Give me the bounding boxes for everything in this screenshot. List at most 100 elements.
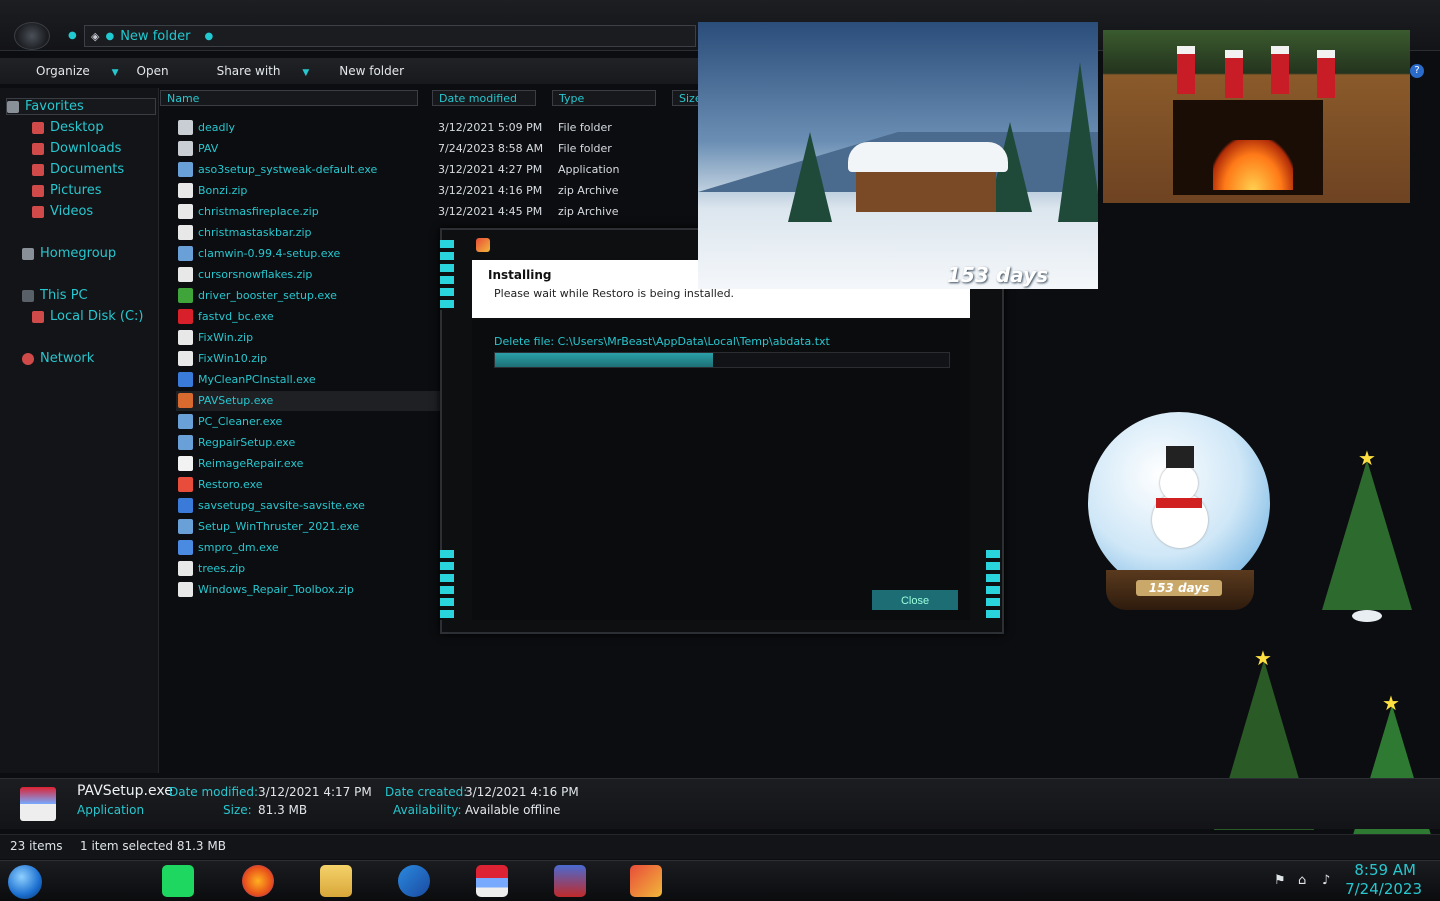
sidebar-item-this-pc[interactable]: This PC [22,288,88,303]
file-row[interactable]: christmasfireplace.zip 3/12/2021 4:45 PM z… [176,202,696,222]
progress-bar [494,352,950,368]
file-name: christmasfireplace.zip [198,205,319,218]
sidebar-item-documents[interactable]: Documents [32,162,124,177]
fireplace-opening [1173,100,1323,195]
shield-app-icon[interactable] [398,865,430,897]
sidebar-item-videos[interactable]: Videos [32,204,93,219]
package-icon [178,393,193,408]
details-date-modified-label: Date modified: [169,785,259,799]
sidebar-item-desktop[interactable]: Desktop [32,120,104,135]
file-date: 3/12/2021 5:09 PM [438,121,543,134]
column-date-modified[interactable]: Date modified [432,90,536,106]
installer-icon [178,414,193,429]
command-bar: Organize ▼ Open Share with ▼ New folder [0,58,700,84]
file-name: Restoro.exe [198,478,263,491]
file-type: File folder [558,142,612,155]
file-name: MyCleanPCInstall.exe [198,373,316,386]
star-icon: ★ [1254,646,1272,670]
address-bar[interactable]: ◈ ● New folder ● [84,25,696,47]
column-type[interactable]: Type [552,90,656,106]
file-explorer-icon[interactable] [320,865,352,897]
firefox-icon[interactable] [242,865,274,897]
fireplace-widget[interactable] [1103,30,1410,203]
installer-app-icon[interactable] [554,865,586,897]
installer-title: Installing [488,268,552,282]
pine-tree-graphic [788,132,832,222]
file-row[interactable]: deadly 3/12/2021 5:09 PM File folder [176,118,696,138]
back-forward-icon[interactable] [14,22,50,50]
clock-time[interactable]: 8:59 AM [1354,861,1416,879]
installer-icon [178,246,193,261]
file-name: deadly [198,121,236,134]
restoro-taskbar-icon[interactable] [630,865,662,897]
dropdown-dot-icon[interactable]: ● [68,30,77,41]
file-date: 3/12/2021 4:27 PM [438,163,543,176]
start-button[interactable] [8,865,42,899]
file-name: PC_Cleaner.exe [198,415,283,428]
help-icon[interactable]: ? [1410,64,1424,78]
installer-icon [178,435,193,450]
file-name: FixWin10.zip [198,352,268,365]
sidebar-item-local-disk[interactable]: Local Disk (C:) [32,309,143,324]
download-icon [178,540,193,555]
star-icon: ★ [1358,446,1376,470]
pine-tree-graphic [1058,62,1098,222]
file-name: Windows_Repair_Toolbox.zip [198,583,354,596]
frame-decoration [440,240,454,310]
breadcrumb-new-folder[interactable]: New folder [120,29,190,44]
taskbar: ⚑ ⌂ ♪ 8:59 AM 7/24/2023 [0,860,1440,901]
chat-app-icon[interactable] [162,865,194,897]
snow-countdown-widget[interactable]: 153 days [698,22,1098,289]
stocking-graphic [1225,50,1243,98]
restoro-icon [476,238,490,252]
mycleanpc-icon [178,372,193,387]
sidebar-item-label: Network [40,351,95,366]
clock-date[interactable]: 7/24/2023 [1345,880,1422,898]
status-bar: 23 items 1 item selected 81.3 MB [0,834,1440,859]
package-icon[interactable] [476,865,508,897]
sidebar-item-network[interactable]: Network [22,351,94,366]
snow-globe-widget[interactable] [1088,412,1270,594]
new-folder-button[interactable]: New folder [339,64,404,78]
desktop-icon [32,121,44,134]
details-availability-label: Availability: [393,803,462,817]
zip-icon [178,351,193,366]
chevron-down-icon: ▼ [302,68,310,78]
close-button[interactable]: Close [872,590,958,610]
column-size[interactable]: Size [672,90,700,106]
status-selection: 1 item selected 81.3 MB [80,839,226,853]
snow-base-graphic [1352,610,1382,622]
sidebar-item-label: This PC [40,288,88,303]
sidebar-favorites[interactable]: Favorites [6,98,156,115]
sidebar-item-homegroup[interactable]: Homegroup [22,246,116,261]
globe-days-countdown: 153 days [1136,580,1222,596]
file-row[interactable]: aso3setup_systweak-default.exe 3/12/2021 … [176,160,696,180]
christmas-tree-widget[interactable]: ★ [1322,446,1412,622]
navigation-pane: Favorites Desktop Downloads Documents Pi… [0,88,159,773]
file-row[interactable]: PAV 7/24/2023 8:58 AM File folder [176,139,696,159]
snowman-scarf-graphic [1156,498,1202,508]
organize-button[interactable]: Organize ▼ [18,64,119,78]
network-icon[interactable]: ⌂ [1298,873,1312,888]
details-size: 81.3 MB [258,803,308,817]
driver-booster-icon [178,288,193,303]
fire-graphic [1213,140,1293,190]
details-file-name: PAVSetup.exe [77,783,173,799]
chevron-icon[interactable]: ● [204,31,213,42]
share-with-button[interactable]: Share with ▼ [199,64,310,78]
file-row[interactable]: Bonzi.zip 3/12/2021 4:16 PM zip Archive [176,181,696,201]
sidebar-item-downloads[interactable]: Downloads [32,141,121,156]
organize-label: Organize [36,64,90,78]
action-center-flag-icon[interactable]: ⚑ [1274,873,1288,888]
details-date-created: 3/12/2021 4:16 PM [465,785,579,799]
frame-decoration [440,550,454,620]
file-name: trees.zip [198,562,246,575]
folder-icon [178,141,193,156]
computer-icon [22,289,34,302]
column-name[interactable]: Name [160,90,418,106]
drive-icon [32,310,44,323]
volume-icon[interactable]: ♪ [1322,873,1336,888]
sidebar-item-pictures[interactable]: Pictures [32,183,101,198]
open-button[interactable]: Open [137,64,169,78]
details-availability: Available offline [465,803,561,817]
